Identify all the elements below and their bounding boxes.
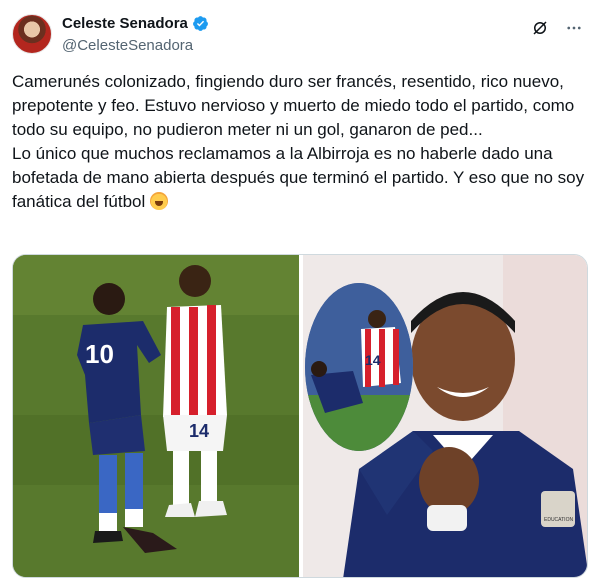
handle[interactable]: @CelesteSenadora	[62, 37, 193, 54]
players-illustration: 10 14	[13, 255, 299, 577]
avatar[interactable]	[12, 14, 52, 54]
flushed-face-emoji-icon	[150, 192, 168, 210]
red-player-number: 14	[189, 421, 209, 441]
tweet-text: Camerunés colonizado, fingiendo duro ser…	[12, 70, 588, 214]
photo-player-celebrating[interactable]: EDUCATION 14	[303, 255, 587, 577]
tweet-paragraph-2-text: Lo único que muchos reclamamos a la Albi…	[12, 144, 585, 211]
inset-photo-action: 14	[305, 283, 413, 451]
display-name[interactable]: Celeste Senadora	[62, 15, 188, 32]
grok-icon[interactable]	[530, 18, 550, 38]
inset-player-number: 14	[365, 352, 381, 368]
name-row: Celeste Senadora	[62, 15, 209, 32]
inset-illustration: 14	[305, 283, 413, 451]
tweet-media[interactable]: 10 14 EDUCATION 14	[12, 254, 588, 578]
header-actions	[530, 18, 584, 38]
tweet-paragraph-1: Camerunés colonizado, fingiendo duro ser…	[12, 72, 575, 139]
tweet-header: Celeste Senadora @CelesteSenadora	[12, 12, 588, 56]
blue-player-number: 10	[85, 339, 114, 369]
photo-players-confrontation[interactable]: 10 14	[13, 255, 299, 577]
more-options-icon[interactable]	[564, 18, 584, 38]
tweet-paragraph-2: Lo único que muchos reclamamos a la Albi…	[12, 142, 588, 214]
verified-badge-icon	[192, 16, 208, 31]
sleeve-badge-text: EDUCATION	[544, 517, 573, 523]
